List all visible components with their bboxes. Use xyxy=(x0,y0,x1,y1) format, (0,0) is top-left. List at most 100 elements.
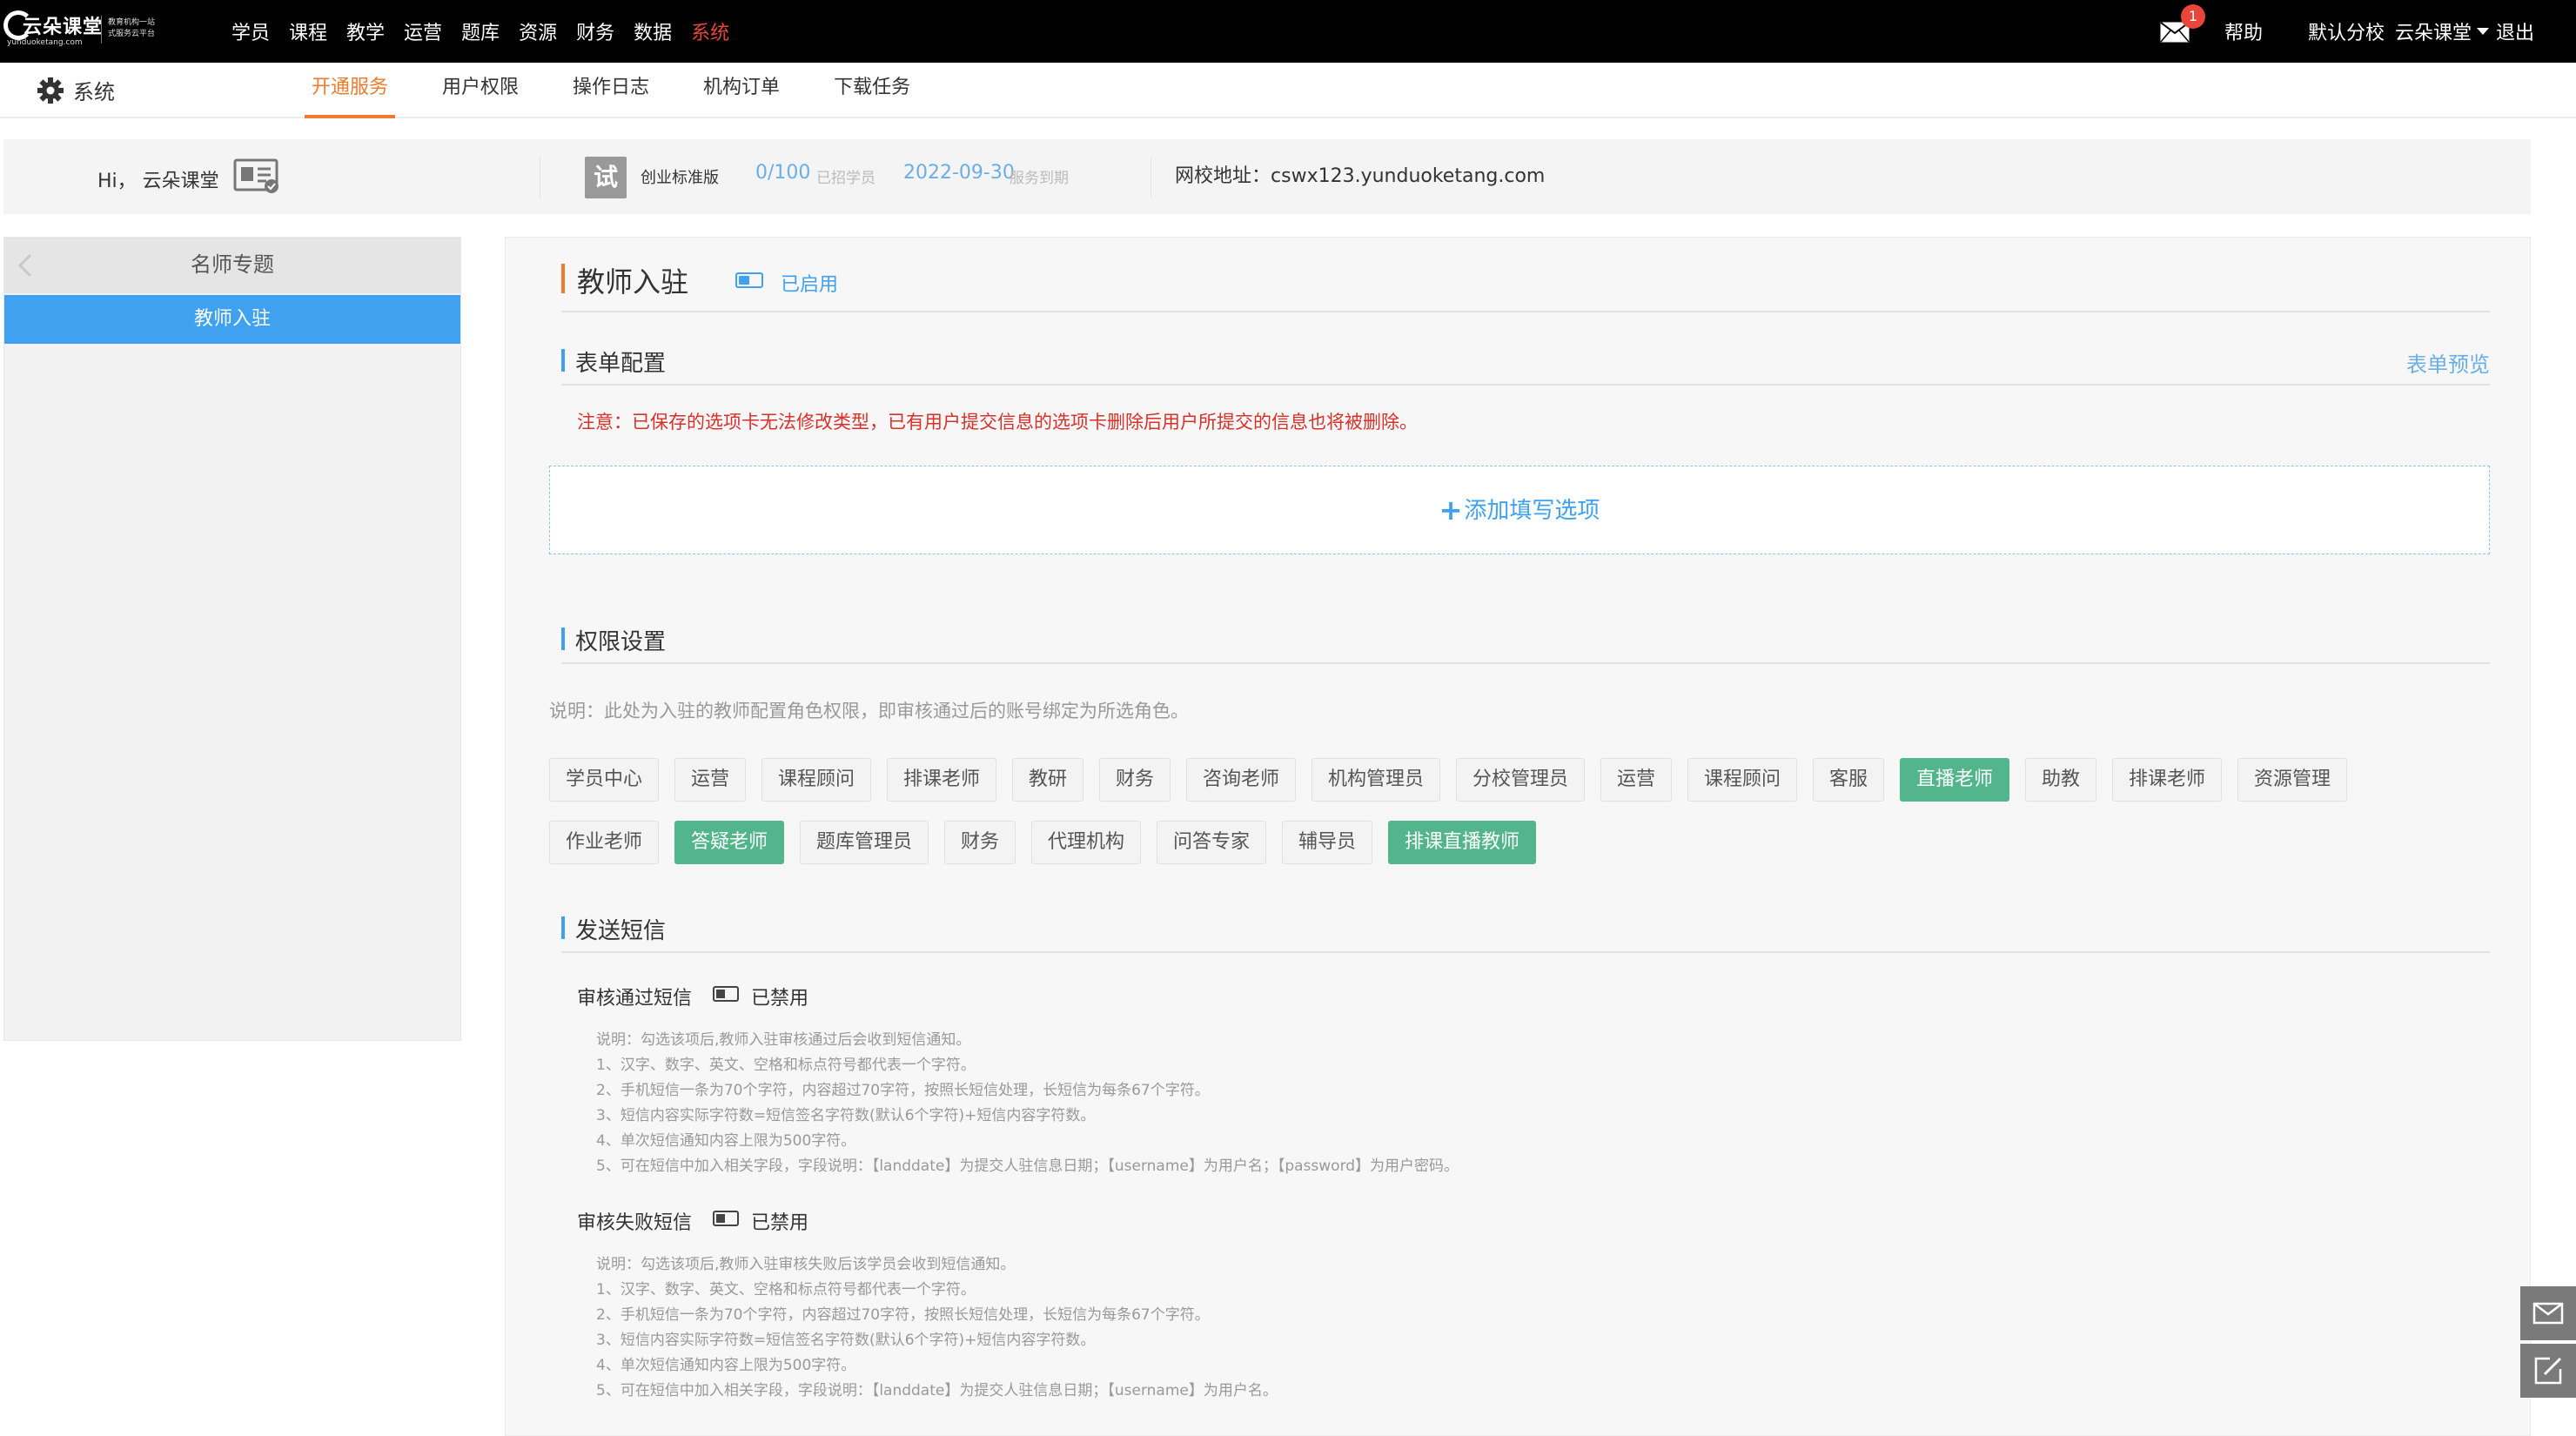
logo-domain: yunduoketang.com xyxy=(7,38,83,47)
greeting: Hi， 云朵课堂 xyxy=(97,171,219,192)
role-chip[interactable]: 辅导员 xyxy=(1282,821,1373,864)
students-value: 0/100 xyxy=(755,162,811,184)
caret-down-icon xyxy=(2476,28,2489,35)
sub-tab[interactable]: 用户权限 xyxy=(435,63,526,118)
school-switcher[interactable]: 默认分校 云朵课堂 xyxy=(2308,17,2496,45)
role-chip[interactable]: 题库管理员 xyxy=(800,821,929,864)
sub-tab[interactable]: 操作日志 xyxy=(566,63,656,118)
left-sidebar: 名师专题 教师入驻 xyxy=(3,237,461,1041)
help-link[interactable]: 帮助 xyxy=(2224,17,2263,45)
role-chip[interactable]: 学员中心 xyxy=(549,758,660,802)
role-chip[interactable]: 排课老师 xyxy=(887,758,997,802)
title-accent-bar xyxy=(561,264,565,293)
sms-note-line: 3、短信内容实际字符数=短信签名字符数(默认6个字符)+短信内容字符数。 xyxy=(596,1107,1096,1124)
role-chip[interactable]: 助教 xyxy=(2025,758,2097,802)
nav-item[interactable]: 题库 xyxy=(461,17,500,45)
role-chip[interactable]: 机构管理员 xyxy=(1311,758,1441,802)
role-chip[interactable]: 教研 xyxy=(1012,758,1084,802)
fail-sms-state: 已禁用 xyxy=(751,1212,809,1234)
role-chip[interactable]: 课程顾问 xyxy=(761,758,872,802)
role-chip[interactable]: 财务 xyxy=(1099,758,1171,802)
nav-item[interactable]: 课程 xyxy=(289,17,327,45)
site-url[interactable]: cswx123.yunduoketang.com xyxy=(1271,165,1545,187)
float-edit-button[interactable] xyxy=(2520,1344,2576,1398)
section-accent-bar xyxy=(561,916,565,939)
nav-item[interactable]: 数据 xyxy=(634,17,672,45)
sidebar-header-title: 名师专题 xyxy=(191,252,274,277)
sms-note-line: 2、手机短信一条为70个字符，内容超过70字符，按照长短信处理，长短信为每条67… xyxy=(596,1082,1210,1099)
role-chip[interactable]: 分校管理员 xyxy=(1456,758,1586,802)
sms-note-line: 5、可在短信中加入相关字段，字段说明：【landdate】为提交人驻信息日期；【… xyxy=(596,1158,1459,1175)
expire-caption: 服务到期 xyxy=(1010,170,1069,187)
warning-notice: 注意：已保存的选项卡无法修改类型，已有用户提交信息的选项卡删除后用户所提交的信息… xyxy=(577,412,1418,433)
account-info-bar: Hi， 云朵课堂 试 创业标准版 0/100 已招学员 2022-09-30 服… xyxy=(3,139,2531,214)
page-title: 教师入驻 xyxy=(577,265,689,299)
school-name: 默认分校 xyxy=(2307,23,2385,44)
nav-item[interactable]: 教学 xyxy=(346,17,385,45)
sms-note-line: 4、单次短信通知内容上限为500字符。 xyxy=(596,1132,856,1150)
logo-wordmark: 云朵课堂 xyxy=(3,10,103,40)
form-preview-link[interactable]: 表单预览 xyxy=(2406,347,2490,378)
permissions-title: 权限设置 xyxy=(575,629,667,655)
role-chip[interactable]: 作业老师 xyxy=(549,821,660,864)
unread-count-badge: 1 xyxy=(2180,4,2205,29)
sms-note-line: 1、汉字、数字、英文、空格和标点符号都代表一个字符。 xyxy=(596,1057,976,1074)
user-name: 云朵课堂 xyxy=(2394,23,2472,44)
role-chip[interactable]: 客服 xyxy=(1813,758,1885,802)
nav-item[interactable]: 资源 xyxy=(519,17,557,45)
section-label: 系统 xyxy=(37,75,115,105)
role-chip[interactable]: 财务 xyxy=(944,821,1016,864)
user-toolbar: 1 帮助 默认分校 云朵课堂 退出 xyxy=(2160,0,2534,63)
logout-link[interactable]: 退出 xyxy=(2496,17,2534,45)
role-chip[interactable]: 直播老师 xyxy=(1900,758,2010,802)
trial-badge: 试 xyxy=(585,157,627,198)
sms-note-line: 4、单次短信通知内容上限为500字符。 xyxy=(596,1357,856,1374)
section-accent-bar xyxy=(561,349,565,372)
students-caption: 已招学员 xyxy=(816,170,875,187)
role-chip[interactable]: 咨询老师 xyxy=(1186,758,1297,802)
nav-item[interactable]: 学员 xyxy=(231,17,270,45)
sub-tab[interactable]: 开通服务 xyxy=(305,63,396,118)
section-accent-bar xyxy=(561,627,565,650)
form-config-title: 表单配置 xyxy=(575,351,667,377)
fail-sms-notes: 说明：勾选该项后,教师入驻审核失败后该学员会收到短信通知。 1、汉字、数字、英文、… xyxy=(596,1252,1278,1404)
pass-sms-state: 已禁用 xyxy=(751,988,809,1010)
site-address: 网校地址：cswx123.yunduoketang.com xyxy=(1175,160,1545,188)
sub-navigation-bar: 系统 开通服务 用户权限 操作日志 机构订单 下载任务 xyxy=(0,63,2576,118)
sub-tab[interactable]: 下载任务 xyxy=(827,63,917,118)
role-chip[interactable]: 课程顾问 xyxy=(1687,758,1798,802)
nav-item[interactable]: 运营 xyxy=(404,17,442,45)
role-chip[interactable]: 排课老师 xyxy=(2112,758,2223,802)
role-chip[interactable]: 排课直播教师 xyxy=(1388,821,1537,864)
logo-tagline-line2: 式服务云平台 xyxy=(108,30,156,38)
brand-logo[interactable]: 云朵课堂 yunduoketang.com 教育机构一站 式服务云平台 xyxy=(3,7,160,54)
role-chip[interactable]: 运营 xyxy=(674,758,747,802)
logo-tagline-line1: 教育机构一站 xyxy=(108,18,156,27)
pass-sms-toggle[interactable] xyxy=(713,986,739,1002)
fail-sms-toggle[interactable] xyxy=(713,1211,739,1226)
role-chip[interactable]: 资源管理 xyxy=(2237,758,2348,802)
role-chip[interactable]: 运营 xyxy=(1600,758,1673,802)
add-option-button[interactable]: +添加填写选项 xyxy=(549,466,2490,554)
main-nav: 学员 课程 教学 运营 题库 资源 财务 数据 系统 xyxy=(231,0,748,63)
sms-note-line: 5、可在短信中加入相关字段，字段说明：【landdate】为提交人驻信息日期；【… xyxy=(596,1382,1278,1399)
role-chip[interactable]: 代理机构 xyxy=(1031,821,1142,864)
chevron-left-icon[interactable] xyxy=(17,253,34,278)
nav-item[interactable]: 系统 xyxy=(691,17,729,45)
fail-sms-label: 审核失败短信 xyxy=(577,1212,693,1234)
id-card-icon[interactable] xyxy=(233,158,282,195)
info-divider xyxy=(1150,157,1151,198)
page-title-row: 教师入驻 已启用 xyxy=(561,260,2490,312)
messages-button[interactable]: 1 xyxy=(2160,4,2205,43)
sms-note-line: 1、汉字、数字、英文、空格和标点符号都代表一个字符。 xyxy=(596,1281,976,1298)
float-message-button[interactable] xyxy=(2520,1286,2576,1340)
sidebar-item-teacher-join[interactable]: 教师入驻 xyxy=(4,295,460,344)
status-toggle[interactable] xyxy=(735,272,763,288)
sms-note-line: 说明：勾选该项后,教师入驻审核失败后该学员会收到短信通知。 xyxy=(596,1256,1016,1273)
sub-tab[interactable]: 机构订单 xyxy=(696,63,787,118)
role-chip[interactable]: 答疑老师 xyxy=(674,821,785,864)
logo-divider xyxy=(101,16,102,44)
logo-tagline: 教育机构一站 式服务云平台 xyxy=(108,17,155,40)
nav-item[interactable]: 财务 xyxy=(576,17,614,45)
role-chip[interactable]: 问答专家 xyxy=(1157,821,1267,864)
